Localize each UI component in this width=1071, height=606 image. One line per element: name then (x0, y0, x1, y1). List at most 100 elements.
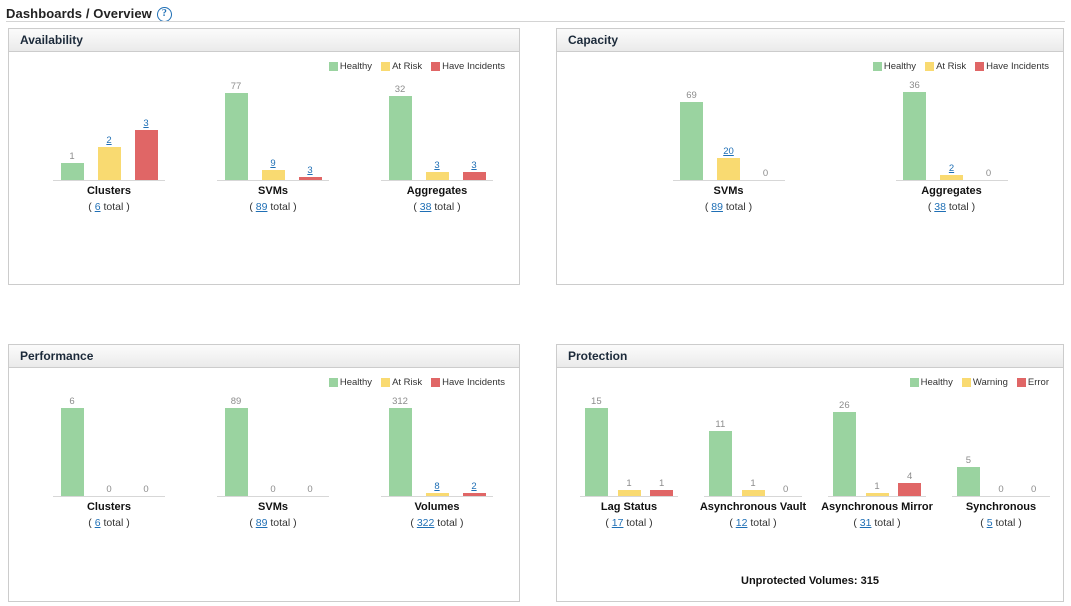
bar[interactable] (617, 490, 641, 496)
bar-group-total: ( 12 total ) (729, 517, 776, 529)
bar[interactable] (388, 96, 412, 180)
bar[interactable] (898, 483, 922, 496)
bar[interactable] (462, 493, 486, 496)
bar-group-label: Asynchronous Mirror (821, 501, 933, 513)
bar-value-label: 11 (715, 419, 726, 430)
bar-value-label: 312 (392, 396, 408, 407)
bar-chart-performance: 6 0 0 Clusters ( 6 total ) 89 0 0 SVMs ( 89 total… (9, 396, 519, 529)
total-count-link[interactable]: 38 (934, 201, 946, 213)
bar-value-label: 1 (69, 151, 75, 162)
bar-group-total: ( 89 total ) (705, 201, 752, 213)
total-count-link[interactable]: 322 (417, 517, 435, 529)
legend-item[interactable]: At Risk (381, 377, 422, 388)
bar-value-label: 1 (659, 478, 665, 489)
total-count-link[interactable]: 38 (420, 201, 432, 213)
panel-header-protection: Protection (557, 345, 1063, 368)
bar[interactable] (650, 490, 674, 496)
total-count-link[interactable]: 12 (736, 517, 748, 529)
bar-column: 11 (704, 396, 737, 496)
bar-group: 32 3 3 Aggregates ( 38 total ) (355, 80, 519, 213)
bar-group-bars: 6 0 0 (53, 396, 165, 497)
bar[interactable] (741, 490, 765, 496)
legend-item[interactable]: Error (1016, 377, 1049, 388)
bar-value-label: 89 (230, 396, 242, 407)
legend-item[interactable]: At Risk (381, 61, 422, 72)
legend-item[interactable]: Healthy (328, 61, 372, 72)
bar[interactable] (865, 493, 889, 496)
bar[interactable] (261, 170, 285, 180)
bar-column: 1 (861, 396, 894, 496)
bar[interactable] (60, 408, 84, 496)
bar-value-label[interactable]: 2 (949, 163, 954, 174)
bar[interactable] (584, 408, 608, 496)
bar-column: 3 (456, 80, 493, 180)
bar[interactable] (832, 412, 856, 496)
legend-swatch-icon (961, 378, 971, 387)
help-circle-icon[interactable]: ? (156, 6, 172, 22)
bar-chart-protection: 15 1 1 Lag Status( 17 total ) 11 1 0 Asynchrono… (557, 396, 1063, 529)
legend-item[interactable]: Healthy (909, 377, 953, 388)
bar-value-label[interactable]: 3 (143, 118, 148, 129)
bar[interactable] (708, 431, 732, 496)
panel-header-availability: Availability (9, 29, 519, 52)
bar-group-label: SVMs (258, 501, 288, 513)
total-suffix: total ) (992, 517, 1022, 529)
bar-group-bars: 5 0 0 (952, 396, 1050, 497)
bar-value-label[interactable]: 3 (307, 165, 312, 176)
total-count-link[interactable]: 89 (711, 201, 723, 213)
bar[interactable] (97, 147, 121, 180)
legend-label: Have Incidents (442, 377, 505, 388)
bar-group-total: ( 38 total ) (928, 201, 975, 213)
bar[interactable] (717, 158, 740, 180)
bar[interactable] (388, 408, 412, 496)
bar-value-label[interactable]: 3 (434, 160, 439, 171)
bar[interactable] (903, 92, 926, 180)
bar[interactable] (425, 172, 449, 180)
legend-item[interactable]: Healthy (328, 377, 372, 388)
bar-value-label[interactable]: 9 (270, 158, 275, 169)
bar[interactable] (462, 172, 486, 180)
bar-value-label: 4 (907, 471, 913, 482)
legend-item[interactable]: Warning (961, 377, 1008, 388)
legend-label: Healthy (920, 377, 953, 388)
bar-column: 1 (613, 396, 646, 496)
bar[interactable] (298, 177, 322, 180)
bar-column: 0 (292, 396, 329, 496)
bar[interactable] (134, 130, 158, 180)
bar-column: 0 (769, 396, 802, 496)
bar-value-label: 5 (965, 455, 971, 466)
bar-value-label: 32 (394, 84, 406, 95)
bar-value-label: 1 (750, 478, 756, 489)
legend-label: At Risk (392, 61, 423, 72)
bar[interactable] (60, 163, 84, 180)
legend-item[interactable]: Have Incidents (431, 61, 505, 72)
bar-value-label[interactable]: 2 (471, 481, 476, 492)
bar-value-label[interactable]: 3 (471, 160, 476, 171)
legend-item[interactable]: At Risk (925, 61, 966, 72)
breadcrumb-text: Dashboards / Overview (6, 5, 152, 21)
legend-item[interactable]: Healthy (872, 61, 916, 72)
legend-item[interactable]: Have Incidents (975, 61, 1049, 72)
total-count-link[interactable]: 89 (256, 201, 268, 213)
bar[interactable] (940, 175, 963, 180)
bar-column: 3 (419, 80, 456, 180)
bar[interactable] (224, 408, 248, 496)
total-count-link[interactable]: 89 (256, 517, 268, 529)
total-count-link[interactable]: 17 (612, 517, 624, 529)
legend-label: Have Incidents (986, 61, 1049, 72)
bar[interactable] (680, 102, 703, 180)
total-suffix: total ) (100, 201, 130, 213)
bar-value-label: 0 (106, 484, 112, 495)
total-count-link[interactable]: 31 (860, 517, 872, 529)
bar-value-label[interactable]: 20 (723, 146, 734, 157)
total-suffix: total ) (623, 517, 653, 529)
panel-performance: Performance Healthy At Risk Have Incidents 6… (8, 344, 520, 602)
bar-group-label: Clusters (86, 185, 132, 197)
bar-value-label[interactable]: 2 (106, 135, 111, 146)
legend-label: At Risk (936, 61, 967, 72)
bar[interactable] (956, 467, 980, 496)
bar-value-label[interactable]: 8 (434, 481, 439, 492)
bar[interactable] (425, 493, 449, 496)
legend-item[interactable]: Have Incidents (431, 377, 505, 388)
bar[interactable] (224, 93, 248, 180)
